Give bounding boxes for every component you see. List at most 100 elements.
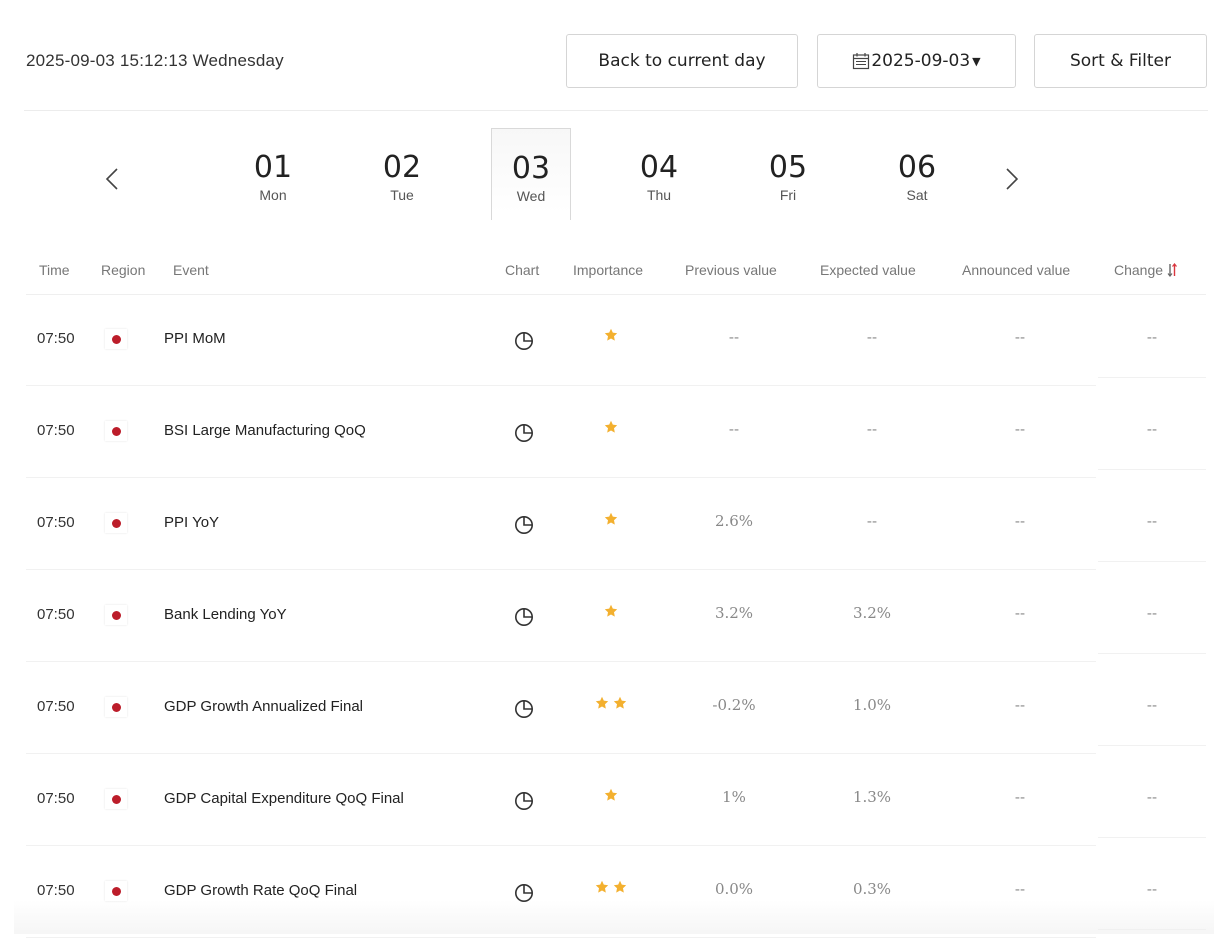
row-divider <box>1098 929 1206 930</box>
expected-value: 3.2% <box>852 604 892 622</box>
star-icon <box>604 788 618 806</box>
back-to-current-day-button[interactable]: Back to current day <box>566 34 798 88</box>
day-number: 03 <box>511 151 551 186</box>
table-row[interactable]: 07:50 GDP Growth Annualized Final -0.2% 1.0… <box>26 662 1206 754</box>
table-row[interactable]: 07:50 GDP Capital Expenditure QoQ Final 1%… <box>26 754 1206 846</box>
japan-flag-icon <box>105 329 127 349</box>
column-header-region: Region <box>101 262 146 278</box>
flag-sun <box>111 702 121 712</box>
pie-chart-icon[interactable] <box>513 422 535 444</box>
day-tab-05[interactable]: 05 Fri <box>748 128 828 220</box>
change-value: -- <box>1146 880 1158 898</box>
pie-chart-icon[interactable] <box>513 790 535 812</box>
expected-value: 0.3% <box>852 880 892 898</box>
event-name[interactable]: GDP Growth Annualized Final <box>164 698 363 715</box>
day-name: Fri <box>779 187 797 203</box>
expected-value: 1.0% <box>852 696 892 714</box>
previous-value: -0.2% <box>712 696 756 714</box>
event-time: 07:50 <box>37 606 75 623</box>
change-value: -- <box>1146 420 1158 438</box>
top-bar: 2025-09-03 15:12:13 Wednesday Back to cu… <box>0 0 1214 110</box>
importance-stars <box>586 880 636 898</box>
chevron-right-icon[interactable] <box>1001 166 1023 192</box>
event-name[interactable]: BSI Large Manufacturing QoQ <box>164 422 366 439</box>
japan-flag-icon <box>105 421 127 441</box>
change-value: -- <box>1146 328 1158 346</box>
day-number: 01 <box>253 150 293 185</box>
importance-stars <box>586 696 636 714</box>
change-value: -- <box>1146 696 1158 714</box>
day-tab-01[interactable]: 01 Mon <box>233 128 313 220</box>
star-icon <box>613 880 627 898</box>
previous-value: -- <box>728 420 740 438</box>
day-tab-06[interactable]: 06 Sat <box>877 128 957 220</box>
flag-sun <box>111 426 121 436</box>
column-header-change[interactable]: Change <box>1114 262 1178 278</box>
japan-flag-icon <box>105 789 127 809</box>
event-name[interactable]: Bank Lending YoY <box>164 606 287 623</box>
star-icon <box>595 696 609 714</box>
star-icon <box>604 328 618 346</box>
table-row[interactable]: 07:50 PPI YoY 2.6% -- -- -- <box>26 478 1206 570</box>
event-name[interactable]: GDP Growth Rate QoQ Final <box>164 882 357 899</box>
pie-chart-icon[interactable] <box>513 514 535 536</box>
events-table: 07:50 PPI MoM -- -- -- -- 07:50 BSI Large Manuf… <box>26 294 1206 938</box>
table-row[interactable]: 07:50 GDP Growth Rate QoQ Final 0.0% 0.3% --… <box>26 846 1206 938</box>
day-selector: 01 Mon 02 Tue 03 Wed 04 Thu 05 Fri 06 Sa… <box>0 128 1214 228</box>
event-time: 07:50 <box>37 882 75 899</box>
day-name: Tue <box>390 187 414 203</box>
date-picker-button[interactable]: 2025-09-03 ▼ <box>817 34 1016 88</box>
pie-chart-icon[interactable] <box>513 882 535 904</box>
pie-chart-icon[interactable] <box>513 698 535 720</box>
chevron-left-icon[interactable] <box>101 166 123 192</box>
star-icon <box>604 512 618 530</box>
announced-value: -- <box>1014 512 1026 530</box>
expected-value: -- <box>866 512 878 530</box>
japan-flag-icon <box>105 881 127 901</box>
day-tab-02[interactable]: 02 Tue <box>362 128 442 220</box>
sort-filter-button[interactable]: Sort & Filter <box>1034 34 1207 88</box>
column-header-previous: Previous value <box>685 262 777 278</box>
pie-chart-icon[interactable] <box>513 606 535 628</box>
table-row[interactable]: 07:50 Bank Lending YoY 3.2% 3.2% -- -- <box>26 570 1206 662</box>
importance-stars <box>586 328 636 346</box>
importance-stars <box>586 512 636 530</box>
previous-value: -- <box>728 328 740 346</box>
japan-flag-icon <box>105 697 127 717</box>
day-name: Sat <box>906 187 928 203</box>
flag-sun <box>111 886 121 896</box>
column-header-time: Time <box>39 262 70 278</box>
pie-chart-icon[interactable] <box>513 330 535 352</box>
change-value: -- <box>1146 788 1158 806</box>
chevron-down-icon: ▼ <box>972 54 981 68</box>
event-name[interactable]: PPI YoY <box>164 514 219 531</box>
column-header-chart: Chart <box>505 262 540 278</box>
day-number: 06 <box>897 150 937 185</box>
change-value: -- <box>1146 512 1158 530</box>
expected-value: -- <box>866 420 878 438</box>
previous-value: 0.0% <box>714 880 754 898</box>
flag-sun <box>111 794 121 804</box>
change-label: Change <box>1114 262 1164 278</box>
table-row[interactable]: 07:50 PPI MoM -- -- -- -- <box>26 294 1206 386</box>
previous-value: 1% <box>722 788 746 806</box>
day-tab-04[interactable]: 04 Thu <box>619 128 699 220</box>
event-name[interactable]: PPI MoM <box>164 330 226 347</box>
expected-value: 1.3% <box>852 788 892 806</box>
day-name: Thu <box>646 187 672 203</box>
change-value: -- <box>1146 604 1158 622</box>
day-name: Wed <box>516 188 546 204</box>
importance-stars <box>586 788 636 806</box>
row-divider <box>1098 561 1206 562</box>
table-row[interactable]: 07:50 BSI Large Manufacturing QoQ -- -- -- -- <box>26 386 1206 478</box>
row-divider <box>1098 377 1206 378</box>
importance-stars <box>586 420 636 438</box>
announced-value: -- <box>1014 788 1026 806</box>
day-tab-03-active[interactable]: 03 Wed <box>491 128 571 220</box>
announced-value: -- <box>1014 696 1026 714</box>
day-number: 02 <box>382 150 422 185</box>
importance-stars <box>586 604 636 622</box>
announced-value: -- <box>1014 604 1026 622</box>
event-name[interactable]: GDP Capital Expenditure QoQ Final <box>164 790 404 807</box>
sort-arrows-icon[interactable] <box>1167 263 1178 277</box>
